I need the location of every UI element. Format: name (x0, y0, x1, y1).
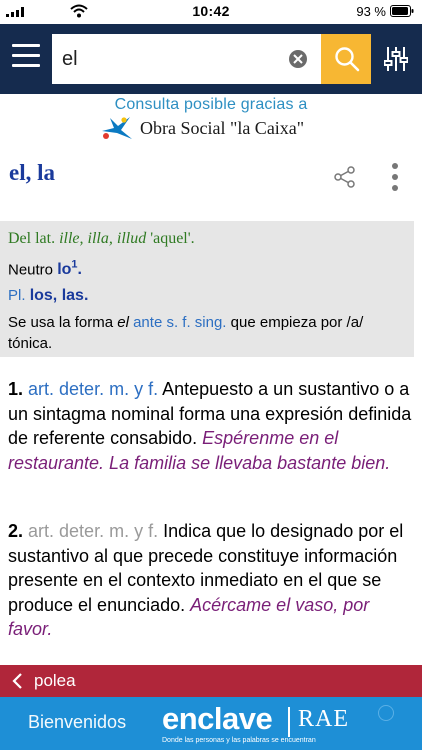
ad-welcome-text: Bienvenidos (28, 712, 127, 732)
menu-icon[interactable] (12, 44, 40, 74)
filter-icon[interactable] (384, 46, 408, 72)
ad-divider (288, 707, 290, 737)
app-header (0, 24, 422, 94)
etymology: Del lat. ille, illa, illud 'aquel'. (8, 230, 195, 247)
link-lo[interactable]: lo1. (57, 259, 82, 278)
sponsor-name: Obra Social "la Caixa" (140, 118, 305, 138)
ad-brand: enclave (162, 701, 273, 736)
search-icon (335, 47, 360, 72)
sponsor-banner: Consulta posible gracias a Obra Social "… (0, 94, 422, 144)
chevron-left-icon (12, 673, 22, 689)
grammar-abbr[interactable]: art. deter. m. y f. (28, 521, 158, 541)
ad-tagline: Donde las personas y las palabras se enc… (162, 737, 316, 744)
battery-percent: 93 % (356, 4, 386, 19)
grammar-abbr[interactable]: art. deter. m. y f. (28, 379, 158, 399)
search-box (52, 34, 321, 84)
status-bar: 10:42 93 % (0, 0, 422, 24)
ad-info-icon[interactable] (378, 705, 394, 721)
previous-entry-label: polea (34, 671, 76, 690)
plural-forms: Pl. los, las. (8, 287, 89, 304)
definition-2: 2. art. deter. m. y f. Indica que lo des… (8, 521, 404, 639)
ad-banner[interactable]: Bienvenidos enclave RAE Donde las person… (0, 697, 422, 750)
sponsor-text: Consulta posible gracias a (114, 96, 308, 113)
entry-info-box: Del lat. ille, illa, illud 'aquel'. Neut… (0, 221, 414, 357)
search-input[interactable] (62, 34, 282, 84)
usage-note: Se usa la forma el ante s. f. sing. que … (8, 314, 364, 352)
search-button[interactable] (321, 34, 371, 84)
la-caixa-star-logo (102, 117, 132, 139)
neutro-form: Neutro lo1. (8, 259, 82, 279)
clear-icon[interactable] (289, 50, 307, 68)
share-icon[interactable] (334, 166, 356, 188)
definition-1: 1. art. deter. m. y f. Antepuesto a un s… (8, 379, 412, 473)
ad-partner: RAE (298, 706, 349, 732)
more-options-icon[interactable] (392, 163, 400, 191)
battery-icon (390, 5, 414, 17)
previous-entry-button[interactable]: polea (0, 665, 422, 697)
entry-title: el, la (9, 160, 55, 185)
